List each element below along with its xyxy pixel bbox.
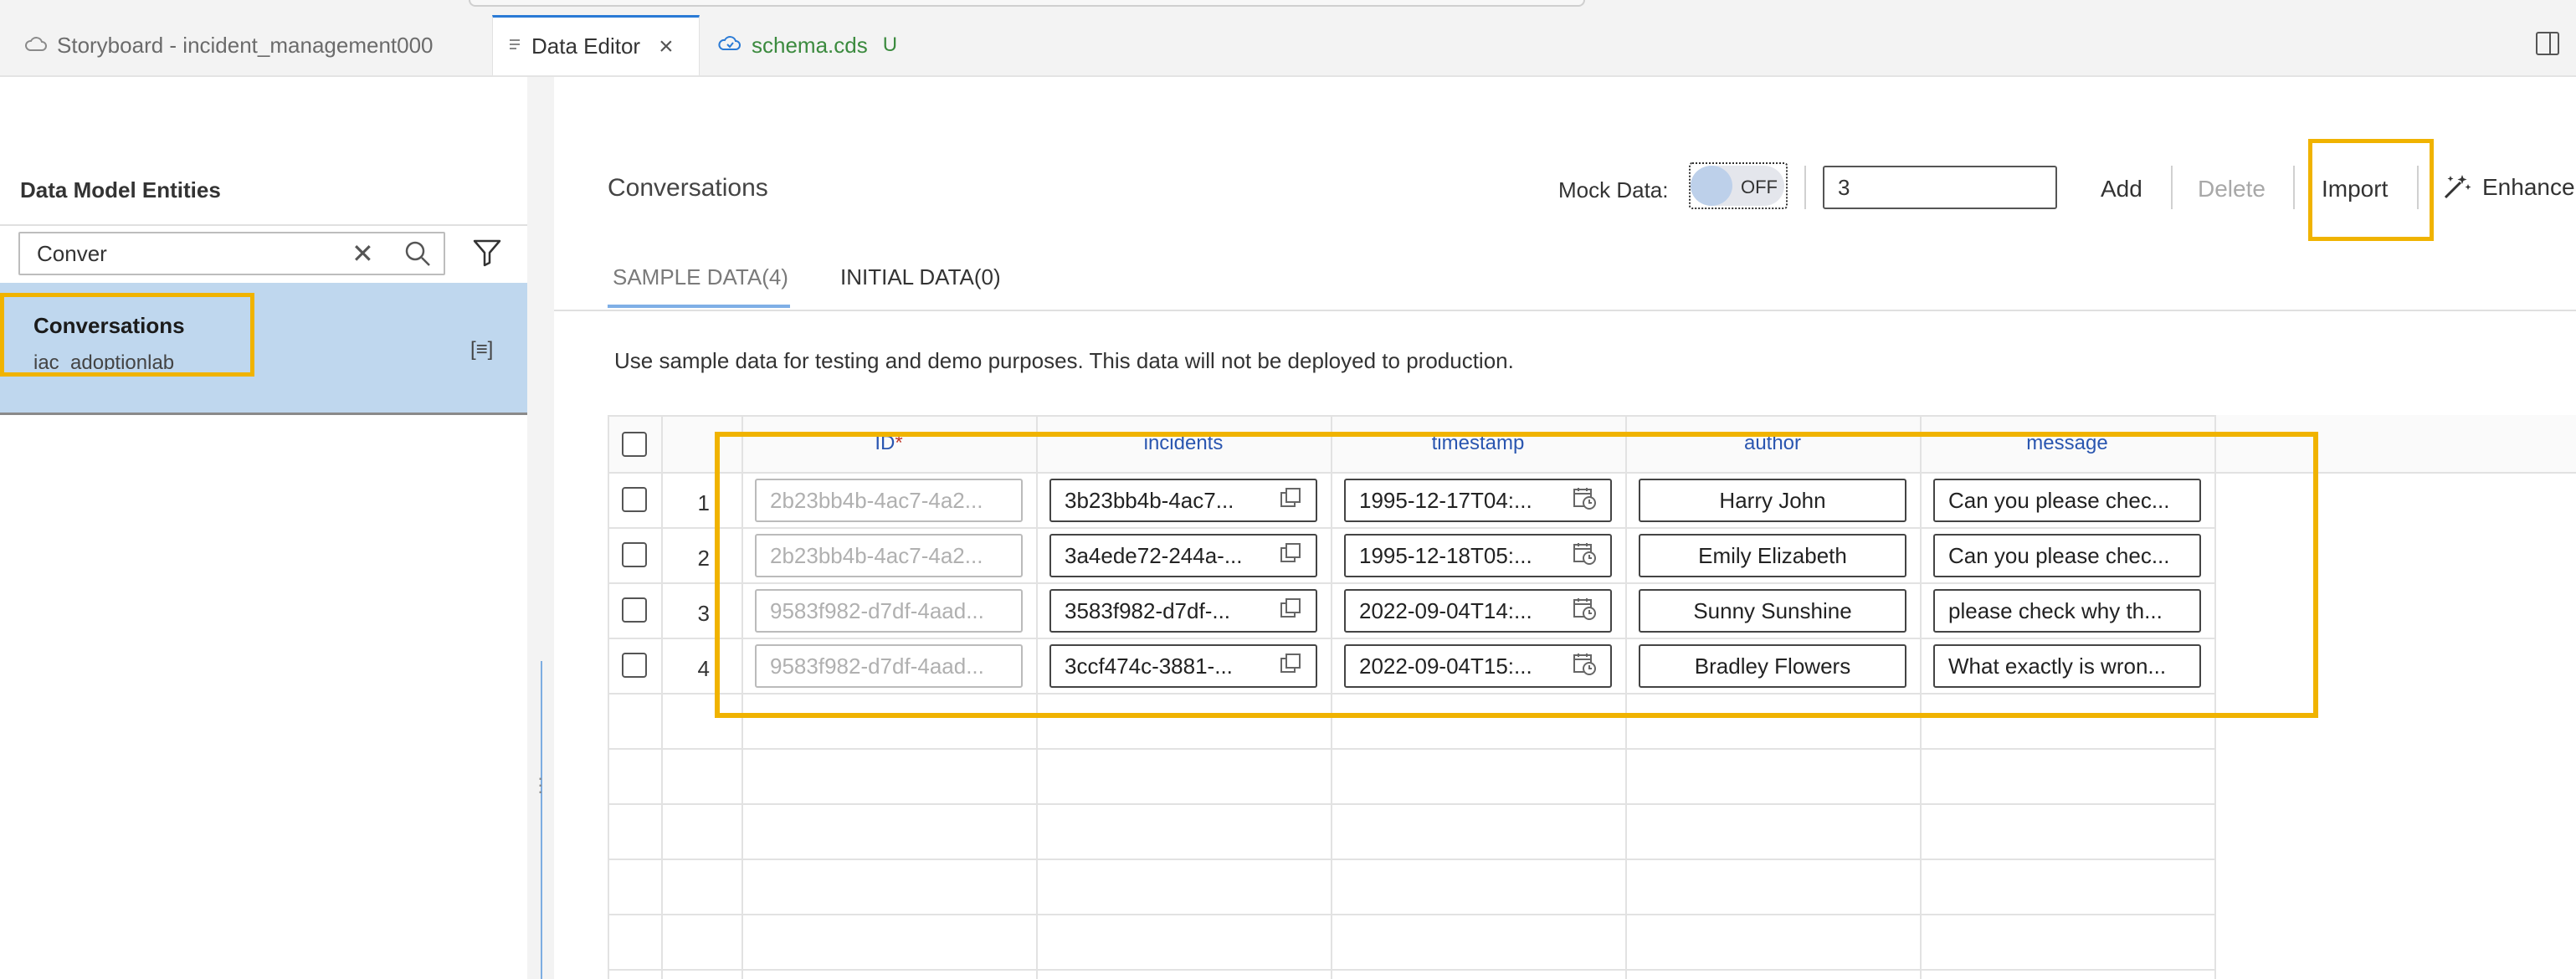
row-number: 2 [697,546,710,571]
highlight-box [715,432,2318,718]
page-title: Conversations [608,174,768,202]
enhance-button[interactable]: Enhance [2482,174,2575,201]
toolbar-divider [2417,166,2419,209]
cloud-schema-icon [718,33,752,59]
file-icon [508,33,531,59]
row-checkbox[interactable] [622,542,647,567]
info-text: Use sample data for testing and demo pur… [614,348,1514,373]
highlight-box [0,293,254,377]
delete-button[interactable]: Delete [2198,176,2266,202]
row-checkbox[interactable] [622,597,647,623]
tab-schema-cds[interactable]: schema.cds U [703,15,929,75]
magic-wand-icon[interactable] [2442,172,2472,205]
row-number: 3 [697,601,710,626]
panel-title: Data Model Entities [20,177,221,202]
row-number: 4 [697,656,710,681]
mock-count-input[interactable] [1823,166,2057,209]
panel-divider [0,224,527,226]
grid-line [608,415,2214,417]
row-number: 1 [697,490,710,515]
tab-storyboard-label: Storyboard - incident_management000 [57,32,434,58]
tab-data-editor[interactable]: Data Editor × [492,15,700,75]
entity-search-input[interactable] [37,238,321,269]
grid-line [608,415,609,979]
left-panel [0,77,527,979]
tab-data-editor-label: Data Editor [531,33,641,59]
toggle-state: OFF [1741,177,1778,197]
filter-icon[interactable] [472,238,502,272]
tab-initial-data[interactable]: INITIAL DATA(0) [840,264,1001,290]
splitter-line [541,661,542,979]
splitter-handle-icon[interactable]: · · · [537,769,543,801]
highlight-box [2308,139,2434,241]
select-all-checkbox[interactable] [622,432,647,457]
cloud-icon [25,33,57,59]
row-checkbox[interactable] [622,653,647,678]
data-tabs-divider [554,310,2576,311]
tab-schema-label: schema.cds [752,32,868,58]
untracked-badge: U [882,33,898,56]
tab-sample-data[interactable]: SAMPLE DATA(4) [613,264,788,290]
entity-details-icon[interactable]: [≡] [470,338,493,361]
toolbar-divider [2171,166,2173,209]
clear-icon[interactable]: ✕ [352,240,374,267]
grid-line [608,969,2214,971]
grid-line [608,914,2214,915]
mock-data-label: Mock Data: [1558,177,1669,202]
tab-storyboard[interactable]: Storyboard - incident_management000 [10,15,479,75]
command-center-strip[interactable] [469,0,1585,7]
toggle-knob [1691,166,1732,206]
grid-line [608,803,2214,805]
split-editor-icon[interactable] [2536,32,2559,55]
grid-line [608,859,2214,860]
grid-line [661,415,663,979]
toolbar-divider [2293,166,2295,209]
grid-line [608,748,2214,750]
close-icon[interactable]: × [659,33,674,61]
toolbar-divider [1804,166,1806,209]
row-checkbox[interactable] [622,487,647,512]
active-tab-indicator [608,305,790,308]
search-icon[interactable] [403,239,432,272]
add-button[interactable]: Add [2101,176,2142,202]
